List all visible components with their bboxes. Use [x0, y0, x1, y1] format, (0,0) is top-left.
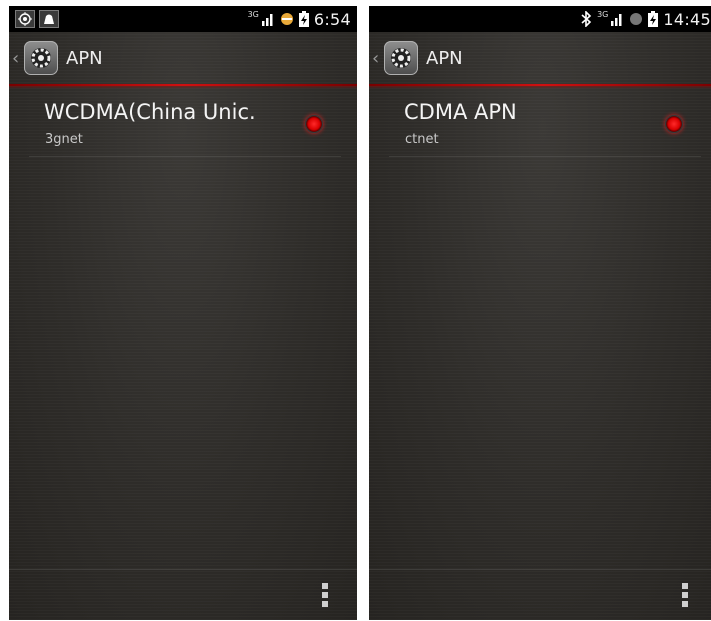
clock: 6:54	[313, 9, 351, 29]
page-title: APN	[426, 47, 463, 69]
settings-gear-icon[interactable]	[384, 41, 418, 75]
apn-list-item[interactable]: CDMA APN ctnet	[389, 94, 701, 157]
status-indicators: 3G 6:54	[248, 10, 351, 29]
phone-screen-left: 3G 6:54 ‹ APN WCDMA(China Unic. 3gnet	[9, 6, 357, 620]
page-title: APN	[66, 47, 103, 69]
overflow-menu-icon[interactable]	[682, 583, 688, 607]
data-status-icon	[630, 13, 643, 25]
bluetooth-icon	[581, 11, 592, 27]
apn-name: WCDMA(China Unic.	[44, 100, 256, 124]
back-chevron-icon[interactable]: ‹	[12, 48, 22, 69]
signal-icon	[611, 14, 622, 26]
status-indicators: 3G 14:45	[580, 10, 711, 29]
signal-icon	[261, 14, 273, 26]
location-icon	[15, 10, 35, 28]
overflow-menu-icon[interactable]	[322, 583, 328, 607]
notification-icons	[15, 10, 59, 28]
status-bar: 3G 14:45	[369, 6, 711, 32]
apn-value: 3gnet	[45, 132, 83, 147]
apn-name: CDMA APN	[404, 100, 517, 124]
settings-gear-icon[interactable]	[24, 41, 58, 75]
apn-selected-radio[interactable]	[665, 115, 683, 133]
action-bar-divider	[9, 84, 357, 86]
phone-screen-right: 3G 14:45 ‹ APN CDMA APN ctnet	[369, 6, 711, 620]
action-bar: ‹ APN	[369, 32, 711, 84]
status-bar: 3G 6:54	[9, 6, 357, 32]
clock: 14:45	[663, 9, 711, 29]
battery-charging-icon	[298, 11, 309, 27]
network-type-label: 3G	[247, 9, 259, 19]
apn-selected-radio[interactable]	[305, 115, 323, 133]
action-bar-divider	[369, 84, 711, 86]
action-bar: ‹ APN	[9, 32, 357, 84]
bbm-icon	[39, 10, 59, 28]
back-chevron-icon[interactable]: ‹	[372, 48, 382, 69]
bottom-bar	[9, 569, 357, 620]
apn-value: ctnet	[405, 132, 439, 147]
network-type-label: 3G	[597, 9, 609, 19]
bottom-bar	[369, 569, 711, 620]
apn-list-item[interactable]: WCDMA(China Unic. 3gnet	[29, 94, 341, 157]
battery-charging-icon	[648, 11, 659, 27]
data-sync-icon	[280, 13, 293, 25]
